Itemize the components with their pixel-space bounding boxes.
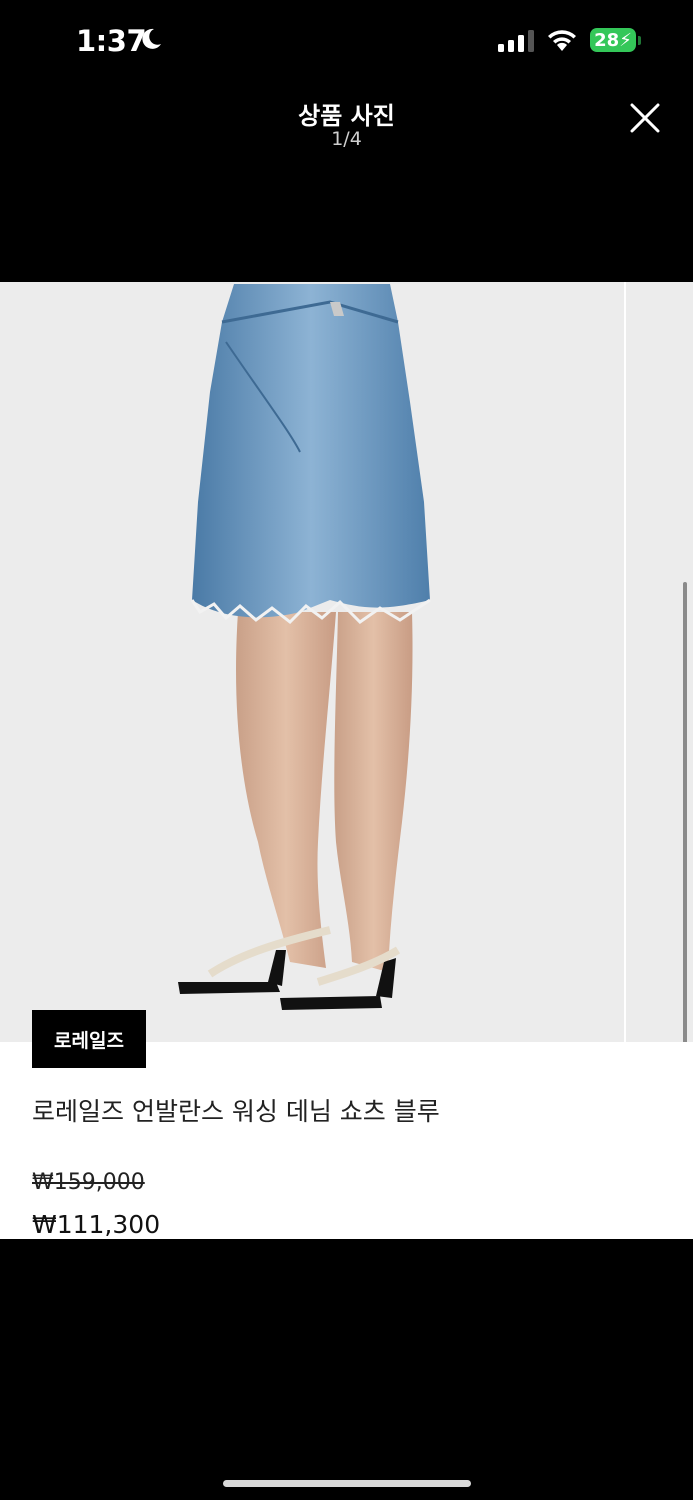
original-price: ₩159,000 [32,1170,145,1195]
home-indicator[interactable] [223,1480,471,1487]
product-info-card: 로레일즈 로레일즈 언발란스 워싱 데님 쇼츠 블루 ₩159,000 ₩111… [0,1010,693,1239]
brand-badge[interactable]: 로레일즈 [32,1010,146,1068]
page-title: 상품 사진 [298,102,395,130]
battery-tip [638,36,641,45]
wifi-icon [548,30,576,51]
cellular-signal-icon [498,30,534,52]
product-image-viewer[interactable] [0,282,693,1042]
close-icon[interactable] [626,99,664,137]
sale-price: ₩111,300 [32,1210,161,1239]
product-name: 로레일즈 언발란스 워싱 데님 쇼츠 블루 [32,1097,440,1126]
status-bar: 1:37 28 ⚡ [0,0,693,84]
next-image-edge [624,282,626,1042]
image-counter: 1/4 [331,128,362,150]
clock-time: 1:37 [76,24,147,58]
moon-icon [142,28,161,49]
scroll-indicator [683,582,687,1042]
charging-bolt-icon: ⚡ [619,29,632,51]
product-photo [178,284,431,1010]
battery-indicator: 28 ⚡ [590,28,636,52]
battery-level: 28 [594,29,620,51]
